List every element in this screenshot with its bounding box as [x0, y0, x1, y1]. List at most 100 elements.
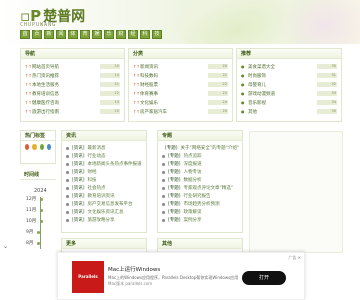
- link-row[interactable]: ● 美食菜谱大全 30: [241, 62, 337, 71]
- list-item[interactable]: [专题] 热点追踪: [162, 152, 238, 160]
- nav-item[interactable]: 乐: [104, 30, 114, 39]
- nav-item[interactable]: 首: [20, 30, 30, 39]
- green-tag-icon[interactable]: [39, 144, 44, 150]
- link-row[interactable]: ↑↑ 本地生活服务 11: [25, 80, 120, 89]
- item-tag[interactable]: [资讯]: [72, 145, 85, 151]
- nav-item[interactable]: 育: [80, 30, 90, 39]
- link-text[interactable]: 科技数码: [140, 73, 208, 79]
- link-text[interactable]: 时尚服饰: [248, 73, 317, 79]
- chevron-down-icon[interactable]: ⌄: [3, 243, 8, 250]
- link-row[interactable]: ↑↑ 热门资讯推荐 14: [25, 71, 120, 80]
- link-text[interactable]: 热门资讯推荐: [32, 73, 100, 79]
- item-tag[interactable]: [专题]: [168, 193, 181, 199]
- list-item[interactable]: [专题] 政策解读: [162, 208, 238, 216]
- list-item[interactable]: [资讯] 房产交易信息发布平台: [66, 200, 142, 208]
- nav-item[interactable]: 经: [128, 30, 138, 39]
- link-row[interactable]: ● 游戏动漫频道 33: [241, 89, 337, 98]
- link-row[interactable]: ↑↑ 财经股票 22: [133, 80, 228, 89]
- list-item[interactable]: [资讯] 财经: [66, 168, 142, 176]
- yellow-tag-icon[interactable]: [32, 144, 37, 150]
- link-text[interactable]: 母婴育儿: [248, 82, 317, 88]
- item-title[interactable]: 房产交易信息发布平台: [88, 201, 133, 207]
- list-item[interactable]: [资讯] 文化娱乐资讯汇总: [66, 208, 142, 216]
- list-item[interactable]: [专题] 市场趋势分析预测: [162, 200, 238, 208]
- link-row[interactable]: ↑↑ 体育赛事 23: [133, 89, 228, 98]
- item-tag[interactable]: [资讯]: [72, 161, 85, 167]
- item-tag[interactable]: [资讯]: [72, 153, 85, 159]
- item-title[interactable]: 案例分享: [184, 217, 202, 223]
- list-item[interactable]: [资讯] 教育培训资讯: [66, 192, 142, 200]
- item-tag[interactable]: [专题]: [165, 145, 178, 151]
- timeline-item[interactable]: 8月: [26, 240, 41, 246]
- nav-item[interactable]: 体: [68, 30, 78, 39]
- nav-item[interactable]: 娱: [92, 30, 102, 39]
- blue-tag-icon[interactable]: [46, 144, 51, 150]
- item-title[interactable]: 热点追踪: [184, 153, 202, 159]
- ad-close-button[interactable]: 广告 ✕: [288, 255, 301, 261]
- item-tag[interactable]: [专题]: [168, 161, 181, 167]
- list-item[interactable]: [资讯] 行业动态: [66, 152, 142, 160]
- list-item[interactable]: [专题] 深度报道: [162, 160, 238, 168]
- item-title[interactable]: 专家观点评论文章“精选”: [184, 185, 234, 191]
- item-tag[interactable]: [资讯]: [72, 201, 85, 207]
- list-item[interactable]: [资讯] 本地新闻头条热点事件报道: [66, 160, 142, 168]
- list-item[interactable]: [专题] 数据分析: [162, 176, 238, 184]
- red-tag-icon[interactable]: [25, 144, 30, 150]
- link-row[interactable]: ↑↑ 旅游出行指南 15: [25, 107, 120, 116]
- item-tag[interactable]: [专题]: [168, 153, 181, 159]
- link-text[interactable]: 美食菜谱大全: [248, 64, 317, 70]
- list-item[interactable]: [专题] 关于“网络安全”的专题“介绍”: [162, 144, 240, 152]
- item-title[interactable]: 旅游攻略分享: [88, 217, 115, 223]
- item-title[interactable]: 市场趋势分析预测: [184, 201, 220, 207]
- link-row[interactable]: ↑↑ 网站首页导航 10: [25, 62, 120, 71]
- item-title[interactable]: 财经: [88, 169, 97, 175]
- link-row[interactable]: ↑↑ 健康医疗咨询 13: [25, 98, 120, 107]
- nav-item[interactable]: 技: [152, 30, 162, 39]
- timeline-item[interactable]: 10月: [26, 218, 44, 224]
- item-title[interactable]: 政策解读: [184, 209, 202, 215]
- item-title[interactable]: 文化娱乐资讯汇总: [88, 209, 124, 215]
- link-text[interactable]: 其他: [248, 109, 317, 115]
- list-item[interactable]: [资讯] 社会热点: [66, 184, 142, 192]
- link-text[interactable]: 网站首页导航: [32, 64, 100, 70]
- list-item[interactable]: [专题] 人物专访: [162, 168, 238, 176]
- item-tag[interactable]: [资讯]: [72, 193, 85, 199]
- item-tag[interactable]: [资讯]: [72, 185, 85, 191]
- link-row[interactable]: ↑↑ 教育培训信息 12: [25, 89, 120, 98]
- ad-url[interactable]: Mac版本 parallels.com: [108, 281, 152, 287]
- advertisement-banner[interactable]: Parallels Mac上运行Windows Mac上的Windows应用程序…: [57, 252, 305, 300]
- list-item[interactable]: [资讯] 科技: [66, 176, 142, 184]
- item-tag[interactable]: [专题]: [168, 209, 181, 215]
- link-text[interactable]: 游戏动漫频道: [248, 91, 317, 97]
- link-row[interactable]: ↑↑ 科技数码 21: [133, 71, 228, 80]
- item-title[interactable]: 行业动态: [88, 153, 106, 159]
- item-tag[interactable]: [资讯]: [72, 217, 85, 223]
- item-title[interactable]: 社会热点: [88, 185, 106, 191]
- item-title[interactable]: 关于“网络安全”的专题“介绍”: [181, 145, 240, 151]
- link-text[interactable]: 新闻资讯: [140, 64, 208, 70]
- timeline-item[interactable]: 11月: [26, 207, 44, 213]
- link-row[interactable]: ● 母婴育儿 32: [241, 80, 337, 89]
- item-title[interactable]: 数据分析: [184, 177, 202, 183]
- link-row[interactable]: ↑↑ 房产家居汽车 25: [133, 107, 228, 116]
- item-tag[interactable]: [专题]: [168, 201, 181, 207]
- item-title[interactable]: 本地新闻头条热点事件报道: [88, 161, 142, 167]
- link-text[interactable]: 健康医疗咨询: [32, 100, 100, 106]
- timeline-item[interactable]: 12月: [26, 196, 44, 202]
- item-tag[interactable]: [专题]: [168, 217, 181, 223]
- link-text[interactable]: 教育培训信息: [32, 91, 100, 97]
- item-tag[interactable]: [专题]: [168, 169, 181, 175]
- ad-open-button[interactable]: 打开: [242, 271, 286, 285]
- link-text[interactable]: 本地生活服务: [32, 82, 100, 88]
- link-text[interactable]: 文化娱乐: [140, 100, 208, 106]
- list-item[interactable]: [专题] 行业研究报告: [162, 192, 238, 200]
- ad-title[interactable]: Mac上运行Windows: [108, 265, 160, 273]
- item-title[interactable]: 最新消息: [88, 145, 106, 151]
- item-tag[interactable]: [资讯]: [72, 177, 85, 183]
- list-item[interactable]: [资讯] 最新消息: [66, 144, 142, 152]
- nav-item[interactable]: 财: [116, 30, 126, 39]
- link-text[interactable]: 体育赛事: [140, 91, 208, 97]
- item-tag[interactable]: [资讯]: [72, 169, 85, 175]
- list-item[interactable]: [专题] 专家观点评论文章“精选”: [162, 184, 238, 192]
- nav-item[interactable]: 页: [32, 30, 42, 39]
